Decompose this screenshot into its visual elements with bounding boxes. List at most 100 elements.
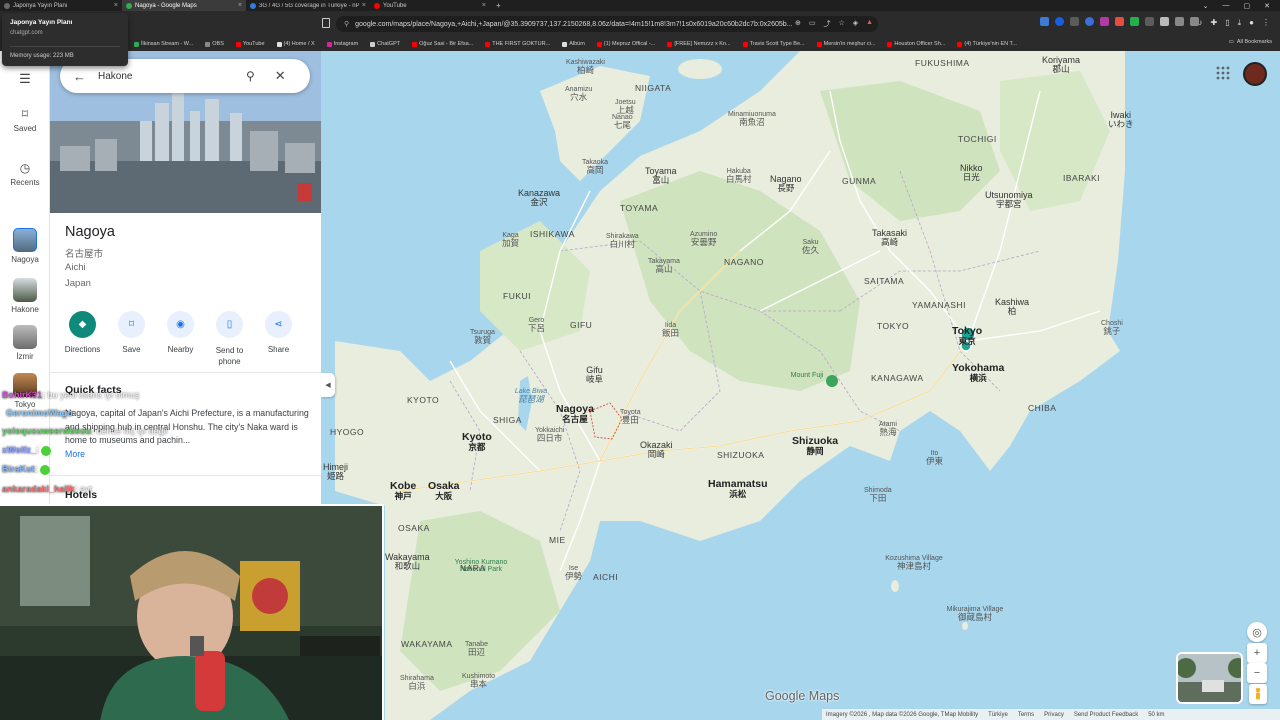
download-icon[interactable]: ⤓ [1238,18,1242,28]
extension-icon[interactable] [1100,17,1109,26]
map-label[interactable]: Yokohama 横浜 [952,362,1004,383]
star-icon[interactable]: ☆ [839,19,845,29]
map-label[interactable]: FUKUSHIMA [915,59,970,68]
map-label[interactable]: Kobe 神戸 [390,480,416,501]
rail-saved[interactable]: ⌑ Saved [0,107,50,133]
close-window-icon[interactable]: ✕ [1264,2,1270,10]
extension-icon[interactable] [1160,17,1169,26]
tab-japonya[interactable]: Japonya Yayın Planı × [0,0,122,11]
map-label[interactable]: SHIGA [493,416,522,425]
search-input[interactable] [98,70,238,82]
search-icon[interactable]: ⚲ [246,69,255,83]
tab-google-maps[interactable]: Nagoya - Google Maps × [122,0,246,11]
map-label[interactable]: TOKYO [877,322,909,331]
map-label[interactable]: CHIBA [1028,404,1056,413]
map-label[interactable]: Kashiwa 柏 [995,297,1029,316]
more-menu-icon[interactable]: ⋮ [1262,18,1270,28]
map-label[interactable]: Himeji 姫路 [323,462,348,481]
site-info-icon[interactable]: ⚲ [344,20,349,28]
map-label[interactable]: SHIZUOKA [717,451,764,460]
map-label[interactable]: KYOTO [407,396,439,405]
map-label[interactable]: Lake Biwa 琵琶湖 [500,388,562,404]
map-label[interactable]: IBARAKI [1063,174,1100,183]
menu-button[interactable]: ☰ [0,71,50,87]
street-view-pegman-icon[interactable] [1249,684,1267,704]
map-label[interactable]: Gero 下呂 [528,317,545,333]
nearby-button[interactable]: ◉ Nearby [156,311,205,367]
share-button[interactable]: ⋖ Share [254,311,303,367]
maximize-icon[interactable]: ▢ [1244,2,1251,10]
map-label[interactable]: OSAKA [398,524,430,533]
close-icon[interactable]: × [114,2,118,9]
tab-youtube[interactable]: YouTube × [370,0,490,11]
new-tab-button[interactable]: + [490,1,501,10]
map-label[interactable]: Toyota 豊田 [620,409,641,425]
map-label[interactable]: ISHIKAWA [530,230,575,239]
bookmark-item[interactable]: Houston Officer Sh... [881,41,951,47]
terms-link[interactable]: Terms [1018,712,1034,718]
bookmark-item[interactable]: [FREE] Nemzzz x Kn... [661,41,736,47]
map-label[interactable]: Shimoda 下田 [864,487,892,503]
map-label[interactable]: KANAGAWA [871,374,924,383]
map-label[interactable]: Nagano 長野 [770,174,802,193]
bookmark-item[interactable]: İlkinsan Stream - W... [128,41,199,47]
scale-bar[interactable]: 50 km [1148,712,1164,718]
extension-icon[interactable] [1145,17,1154,26]
map-label[interactable]: Tokyo 東京 [952,325,982,346]
map-label[interactable]: Mount Fuji [776,372,838,379]
more-link[interactable]: More [65,449,85,459]
bookmark-item[interactable]: OBS [199,41,230,47]
map-label[interactable]: Iwaki いわき [1108,110,1134,129]
close-icon[interactable]: ✕ [275,68,286,84]
map-label[interactable]: Hamamatsu 浜松 [708,478,768,499]
tab-coverage[interactable]: 3G / 4G / 5G coverage in Türkiye - nPe × [246,0,370,11]
zoom-in-button[interactable]: + [1247,643,1267,663]
zoom-icon[interactable]: ⊕ [795,19,801,29]
map-label[interactable]: Tsuruga 敦賀 [470,329,495,345]
map-label[interactable]: Yokkaichi 四日市 [535,427,564,443]
music-icon[interactable]: ♪ [1199,18,1203,28]
map-label[interactable]: Hakuba 白馬村 [726,168,752,184]
map-label[interactable]: AICHI [593,573,618,582]
profile-icon[interactable]: ● [1249,18,1254,28]
map-label[interactable]: Utsunomiya 宇都宮 [985,190,1033,209]
map-label[interactable]: Anamizu 穴水 [565,86,592,102]
directions-button[interactable]: ◆ Directions [58,311,107,367]
map-label[interactable]: Kushimoto 串本 [462,673,495,689]
bookmark-item[interactable]: Mersin'in meşhur ci... [811,41,882,47]
save-button[interactable]: ⌑ Save [107,311,156,367]
map-label[interactable]: Atami 熱海 [879,421,897,437]
bookmark-item[interactable]: (4) Home / X [271,41,321,47]
bookmark-item[interactable]: Albüm [556,41,591,47]
map-label[interactable]: Osaka 大阪 [428,480,460,501]
bookmark-item[interactable]: (4) Türkiye'nin EN T... [951,41,1023,47]
collapse-panel-button[interactable]: ◀ [321,373,335,397]
close-icon[interactable]: × [238,2,242,9]
google-apps-icon[interactable] [1216,66,1230,80]
avatar[interactable] [1243,62,1267,86]
share-icon[interactable]: ⤴ [824,19,831,29]
map-label[interactable]: Takayama 高山 [648,258,680,274]
map-label[interactable]: Toyama 富山 [645,166,677,185]
puzzle-icon[interactable]: ✚ [1211,18,1218,28]
bookmark-item[interactable]: Instagram [321,41,364,47]
map-label[interactable]: Nanao 七尾 [612,114,633,130]
map-label[interactable]: Kashiwazaki 柏崎 [566,59,605,75]
my-location-button[interactable]: ◎ [1247,622,1267,642]
extension-icon[interactable] [1130,17,1139,26]
map-label[interactable]: Shirahama 白浜 [400,675,434,691]
map-label[interactable]: GUNMA [842,177,876,186]
map-label[interactable]: Okazaki 岡崎 [640,440,673,459]
map-label[interactable]: Iida 飯田 [662,322,679,338]
map-label[interactable]: TOYAMA [620,204,658,213]
map-label[interactable]: Mikurajima Village 御蔵島村 [944,606,1006,622]
map-label[interactable]: GIFU [570,321,592,330]
map-label[interactable]: Koriyama 郡山 [1042,55,1080,74]
map-label[interactable]: Saku 佐久 [802,239,819,255]
region-link[interactable]: Türkiye [988,712,1008,718]
cast-icon[interactable]: ▭ [809,19,816,29]
back-arrow-icon[interactable]: ← [73,69,86,84]
chevron-down-icon[interactable]: ⌄ [1203,2,1209,10]
map-label[interactable]: Shizuoka 静岡 [792,435,838,456]
minimize-icon[interactable]: — [1223,2,1230,9]
